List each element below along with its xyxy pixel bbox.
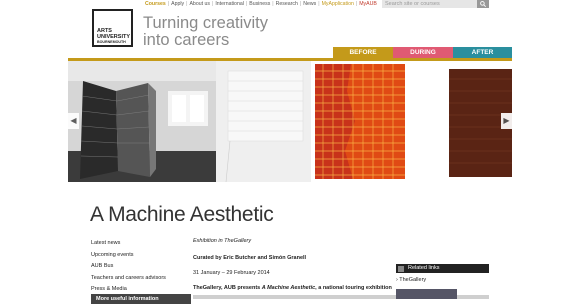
top-navigation: Courses | Apply | About us | International |… xyxy=(143,0,379,8)
tab-before[interactable]: BEFORE xyxy=(333,47,393,58)
nav-business[interactable]: Business xyxy=(247,1,272,7)
carousel-next-button[interactable]: ▶ xyxy=(501,113,512,129)
chevron-left-icon: ◀ xyxy=(70,116,77,125)
article-lead: TheGallery, AUB presents A Machine Aesth… xyxy=(193,285,392,291)
tagline-line-2: into careers xyxy=(143,31,230,49)
article-curators: Curated by Eric Butcher and Simón Granel… xyxy=(193,255,307,261)
article-lead-rest: , a national touring exhibition xyxy=(315,285,392,291)
carousel-prev-button[interactable]: ◀ xyxy=(68,113,79,129)
tab-during[interactable]: DURING xyxy=(393,47,453,58)
related-links-title: Related links xyxy=(408,265,440,271)
logo-line-3: BOURNEMOUTH xyxy=(97,40,126,44)
gallery-room-image[interactable] xyxy=(68,61,216,182)
sidebar-section-header[interactable]: More useful information xyxy=(91,294,191,304)
nav-myapplication[interactable]: MyApplication xyxy=(320,1,356,7)
footer-logo-block xyxy=(396,289,457,299)
image-carousel: ◀ ▶ xyxy=(68,61,512,182)
article-dates: 31 January – 29 February 2014 xyxy=(193,270,270,276)
nav-international[interactable]: International xyxy=(213,1,246,7)
sidebar-item-teachers-careers[interactable]: Teachers and careers advisors xyxy=(91,273,166,285)
nav-research[interactable]: Research xyxy=(274,1,300,7)
related-links-header: Related links xyxy=(396,264,489,273)
chevron-right-icon: ▶ xyxy=(503,116,510,125)
article-lead-venue: TheGallery, AUB presents xyxy=(193,285,262,291)
related-link-thegallery[interactable]: › TheGallery xyxy=(396,277,426,283)
search-button[interactable] xyxy=(477,0,489,8)
tagline: Turning creativity into careers xyxy=(143,15,268,49)
nav-apply[interactable]: Apply xyxy=(169,1,186,7)
sidebar-item-latest-news[interactable]: Latest news xyxy=(91,238,166,250)
search-placeholder: Search site or courses xyxy=(385,0,440,7)
red-grid-painting-image[interactable] xyxy=(311,61,409,182)
white-relief-image[interactable] xyxy=(216,61,311,182)
sidebar-item-upcoming-events[interactable]: Upcoming events xyxy=(91,250,166,262)
brown-panel-image[interactable] xyxy=(409,61,512,182)
related-link-label: TheGallery xyxy=(399,277,427,283)
link-icon xyxy=(398,265,404,272)
tagline-line-1: Turning creativity xyxy=(143,14,269,32)
sidebar-nav: Latest news Upcoming events AUB Bus Teac… xyxy=(91,238,191,304)
page-title: A Machine Aesthetic xyxy=(90,203,274,226)
search-icon xyxy=(480,1,486,7)
sidebar-item-aub-bus[interactable]: AUB Bus xyxy=(91,261,166,273)
aub-logo[interactable]: ARTS UNIVERSITY BOURNEMOUTH xyxy=(92,9,133,47)
nav-myaub[interactable]: MyAUB xyxy=(357,1,379,7)
tab-after[interactable]: AFTER xyxy=(453,47,512,58)
article-category: Exhibition in TheGallery xyxy=(193,238,252,244)
nav-news[interactable]: News xyxy=(301,1,318,7)
nav-about-us[interactable]: About us xyxy=(187,1,211,7)
nav-courses[interactable]: Courses xyxy=(143,1,168,7)
article-lead-title: A Machine Aesthetic xyxy=(261,285,316,291)
search-input[interactable]: Search site or courses xyxy=(382,0,477,8)
